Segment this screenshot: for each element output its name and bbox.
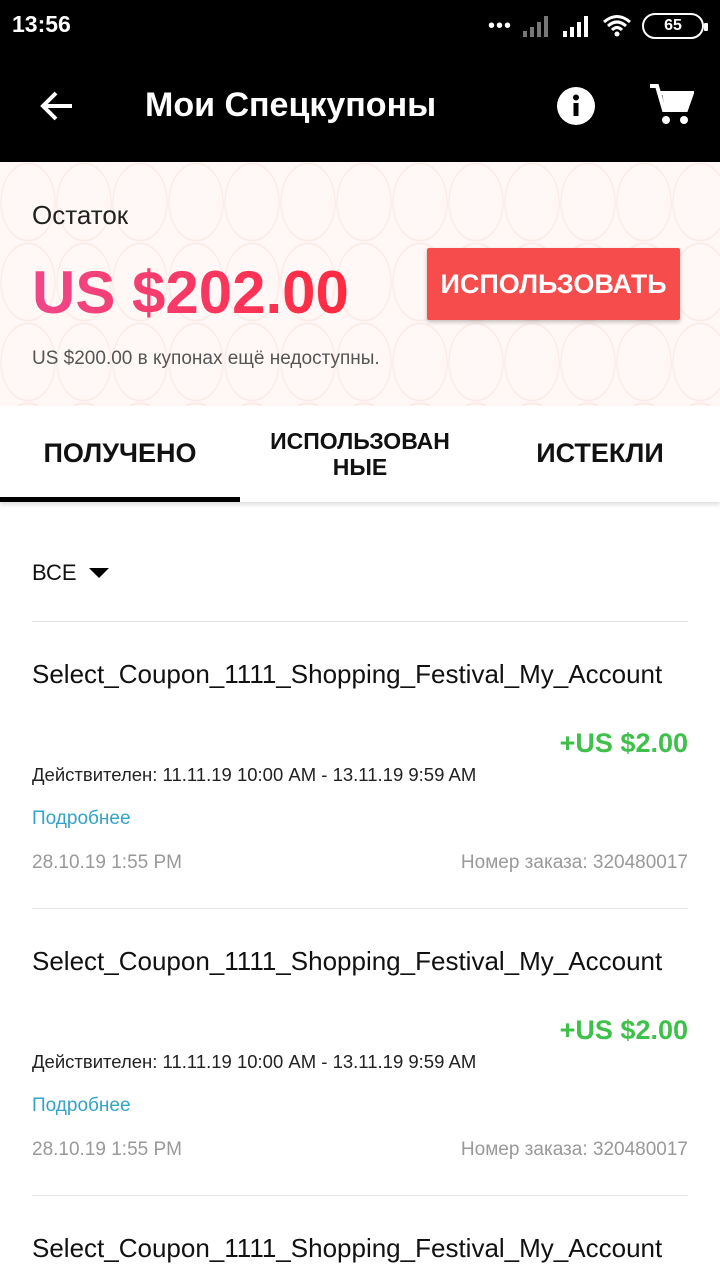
coupon-amount: +US $2.00 xyxy=(559,1015,688,1045)
list-item: Select_Coupon_1111_Shopping_Festival_My_… xyxy=(32,1196,688,1280)
coupon-name: Select_Coupon_1111_Shopping_Festival_My_… xyxy=(32,659,663,689)
battery-icon: 65 xyxy=(642,13,708,39)
details-link[interactable]: Подробнее xyxy=(32,1095,131,1117)
balance-amount: US $202.00 xyxy=(32,259,349,326)
coupon-name: Select_Coupon_1111_Shopping_Festival_My_… xyxy=(32,1233,663,1263)
order-number: Номер заказа: 320480017 xyxy=(460,1139,688,1160)
tab-expired[interactable]: ИСТЕКЛИ xyxy=(480,406,720,502)
balance-note: US $200.00 в купонах ещё недоступны. xyxy=(32,348,380,369)
page-title: Мои Спецкупоны xyxy=(145,86,437,124)
battery-level: 65 xyxy=(664,17,682,34)
coupon-amount: +US $2.00 xyxy=(559,728,688,758)
wifi-icon xyxy=(603,15,631,37)
list-item: Select_Coupon_1111_Shopping_Festival_My_… xyxy=(32,622,688,909)
caret-down-icon xyxy=(88,568,109,578)
coupon-validity: Действителен: 11.11.19 10:00 AM - 13.11.… xyxy=(32,764,477,785)
list-item: Select_Coupon_1111_Shopping_Festival_My_… xyxy=(32,909,688,1196)
signal-icon xyxy=(563,16,588,37)
balance-section: Остаток US $202.00 ИСПОЛЬЗОВАТЬ US $200.… xyxy=(0,162,720,406)
status-icons: ••• 65 xyxy=(487,10,708,42)
tab-bar: ПОЛУЧЕНО ИСПОЛЬЗОВАН НЫЕ ИСТЕКЛИ xyxy=(0,406,720,502)
status-time: 13:56 xyxy=(12,11,71,37)
coupon-date: 28.10.19 1:55 PM xyxy=(32,1139,182,1160)
coupon-validity: Действителен: 11.11.19 10:00 AM - 13.11.… xyxy=(32,1051,477,1072)
balance-label: Остаток xyxy=(32,200,129,230)
tab-received[interactable]: ПОЛУЧЕНО xyxy=(0,406,240,502)
cart-icon[interactable] xyxy=(648,82,694,128)
status-bar: 13:56 ••• 65 xyxy=(0,0,720,52)
filter-label: ВСЕ xyxy=(32,560,77,585)
order-number: Номер заказа: 320480017 xyxy=(460,852,688,873)
back-arrow-icon[interactable] xyxy=(36,86,76,126)
signal-icon xyxy=(523,16,548,37)
details-link[interactable]: Подробнее xyxy=(32,808,131,830)
tab-used[interactable]: ИСПОЛЬЗОВАН НЫЕ xyxy=(240,406,480,502)
coupon-name: Select_Coupon_1111_Shopping_Festival_My_… xyxy=(32,946,663,976)
coupon-date: 28.10.19 1:55 PM xyxy=(32,852,182,873)
app-bar: Мои Спецкупоны xyxy=(0,52,720,162)
use-button[interactable]: ИСПОЛЬЗОВАТЬ xyxy=(427,248,680,320)
info-icon[interactable] xyxy=(556,86,596,126)
filter-dropdown[interactable]: ВСЕ xyxy=(32,560,109,586)
more-dots-icon: ••• xyxy=(487,15,512,37)
